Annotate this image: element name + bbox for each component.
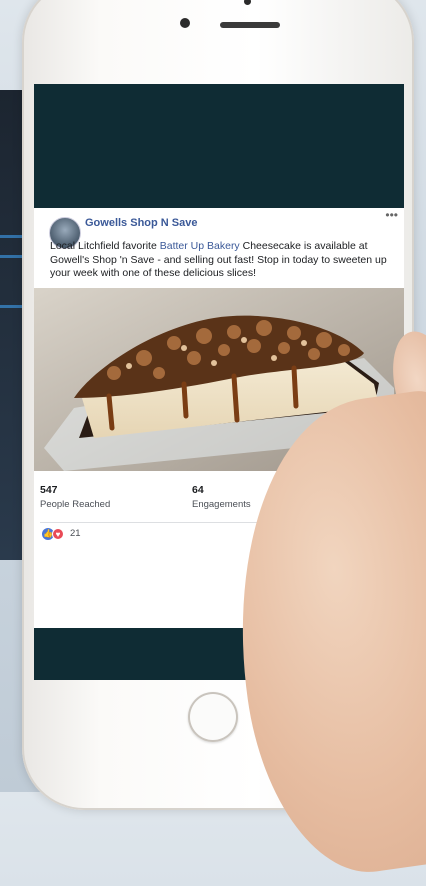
reactions-count[interactable]: 21	[70, 528, 81, 539]
engagements-label: Engagements	[192, 499, 251, 510]
earpiece-speaker	[220, 22, 280, 28]
page-name-link[interactable]: Gowells Shop N Save	[85, 217, 197, 229]
post-text: Local Litchfield favorite Batter Up Bake…	[50, 240, 395, 281]
post-text-intro: Local Litchfield favorite	[50, 240, 160, 252]
tagged-page-link[interactable]: Batter Up Bakery	[160, 240, 240, 252]
sensor-dot	[244, 0, 251, 5]
home-button[interactable]	[188, 692, 238, 742]
people-reached-label: People Reached	[40, 499, 111, 510]
heart-icon: ♥	[52, 528, 64, 540]
more-options-icon[interactable]: •••	[385, 208, 398, 222]
front-camera	[180, 18, 190, 28]
people-reached-count: 547	[40, 484, 58, 496]
engagements-count: 64	[192, 484, 204, 496]
